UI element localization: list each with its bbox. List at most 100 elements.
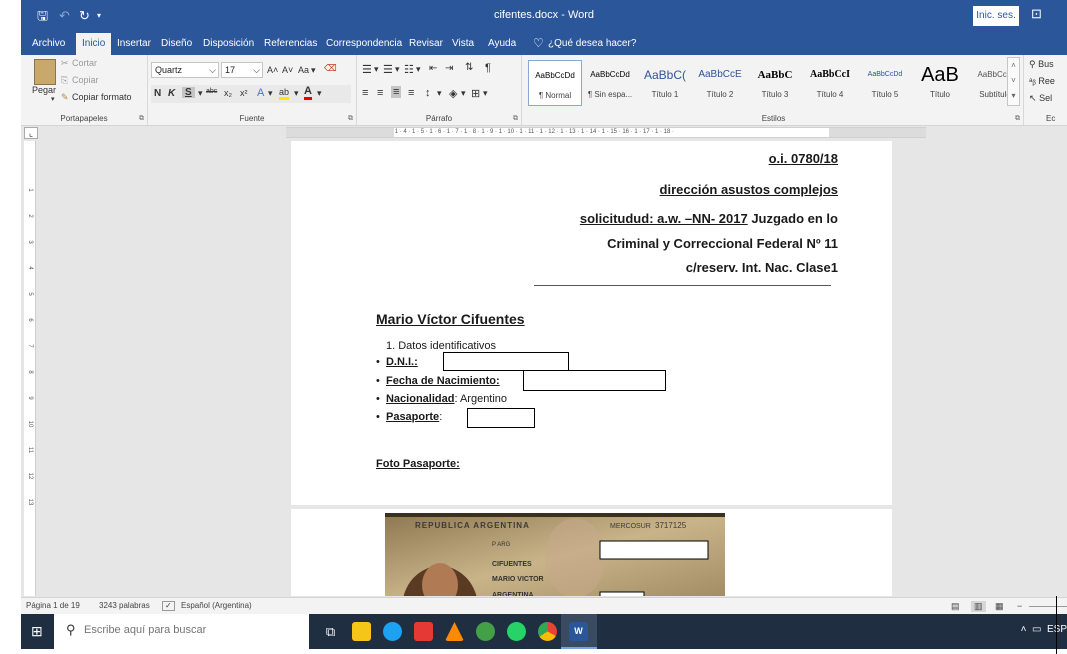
highlight-icon[interactable]: ab [279,87,290,100]
shading-dropdown-icon[interactable]: ▾ [461,88,466,99]
sign-in-button[interactable]: Inic. ses. [973,6,1019,26]
paste-dropdown-icon[interactable]: ▾ [51,95,55,103]
align-left-icon[interactable]: ≡ [362,87,368,99]
page-count[interactable]: Página 1 de 19 [26,601,80,610]
sort-icon[interactable]: ⇅ [465,62,473,73]
zoom-out-icon[interactable]: − [1017,601,1022,611]
multilevel-list-icon[interactable]: ☷ [404,63,414,76]
proofing-icon[interactable]: ✓ [162,601,175,611]
read-mode-icon[interactable]: ▤ [951,601,960,612]
shading-icon[interactable]: ◈ [449,87,457,100]
shrink-font-icon[interactable]: A˅ [282,65,293,75]
styles-scroll[interactable]: ˄ ˅ ▾ [1007,57,1020,106]
tab-correspondencia[interactable]: Correspondencia [326,33,402,55]
customize-qat-icon[interactable]: ▾ [97,7,101,25]
line-spacing-icon[interactable]: ↕ [425,87,431,99]
font-name-select[interactable]: Quartz ⌵ [151,62,219,78]
undo-icon[interactable]: ↶ [59,7,70,25]
battery-icon[interactable]: ▭ [1032,624,1041,635]
style-heading-2[interactable]: AaBbCcE Título 2 [693,60,747,106]
increase-indent-icon[interactable]: ⇥ [445,63,453,74]
font-color-icon[interactable]: A [304,86,312,100]
tab-revisar[interactable]: Revisar [409,33,443,55]
edge-icon[interactable] [383,622,402,641]
styles-more-icon[interactable]: ▾ [1011,91,1015,100]
redo-icon[interactable]: ↻ [79,7,90,25]
align-center-icon[interactable]: ≡ [377,87,383,99]
underline-button[interactable]: S [182,87,195,98]
style-normal[interactable]: AaBbCcDd ¶ Normal [528,60,582,106]
styles-launcher-icon[interactable]: ⧉ [1015,115,1020,123]
italic-button[interactable]: K [168,88,175,99]
taskbar-search[interactable]: ⚲ [54,614,309,649]
document-page[interactable]: o.i. 0780/18 dirección asustos complejos… [291,141,892,596]
zoom-slider[interactable] [1029,606,1067,607]
app-icon[interactable] [476,622,495,641]
task-view-icon[interactable]: ⧉ [321,622,340,641]
align-right-icon[interactable]: ≡ [391,86,402,98]
style-heading-1[interactable]: AaBbC(Título 1 [638,60,692,106]
font-color-dropdown-icon[interactable]: ▾ [317,88,322,99]
paragraph-launcher-icon[interactable]: ⧉ [513,115,518,123]
ribbon-display-options-icon[interactable]: ⊡ [1031,6,1042,22]
tab-insertar[interactable]: Insertar [117,33,151,55]
decrease-indent-icon[interactable]: ⇤ [429,63,437,74]
bullets-icon[interactable]: ☰ [362,63,372,76]
tab-diseno[interactable]: Diseño [161,33,192,55]
paste-icon[interactable] [34,59,56,85]
highlight-dropdown-icon[interactable]: ▾ [294,88,299,99]
vertical-ruler[interactable]: 1 2 3 4 5 6 7 8 9 10 11 12 13 [24,141,36,596]
chrome-icon[interactable] [538,622,557,641]
strikethrough-button[interactable]: abc [206,88,217,95]
save-icon[interactable]: 🖫 [37,7,48,25]
line-spacing-dropdown-icon[interactable]: ▾ [437,88,442,99]
tab-referencias[interactable]: Referencias [264,33,317,55]
show-marks-icon[interactable]: ¶ [485,62,491,74]
bold-button[interactable]: N [154,88,161,99]
tab-ayuda[interactable]: Ayuda [488,33,516,55]
bullets-dropdown-icon[interactable]: ▾ [374,64,379,75]
change-case-dropdown-icon[interactable]: ▾ [311,65,316,76]
borders-icon[interactable]: ⊞ [471,87,480,100]
subscript-icon[interactable]: x₂ [224,88,232,98]
acrobat-icon[interactable] [414,622,433,641]
chevron-up-icon[interactable]: ˄ [1021,624,1027,635]
clear-formatting-icon[interactable]: ⌫ [324,63,337,74]
chevron-up-icon[interactable]: ˄ [1011,61,1016,70]
numbering-icon[interactable]: ☰ [383,63,393,76]
web-layout-icon[interactable]: ▦ [995,601,1004,612]
format-painter-button[interactable]: Copiar formato [72,92,132,102]
select-button[interactable]: ↖ Sel [1029,93,1052,104]
windows-start-icon[interactable]: ⊞ [31,623,43,640]
clipboard-launcher-icon[interactable]: ⧉ [139,115,144,123]
tab-vista[interactable]: Vista [452,33,474,55]
numbering-dropdown-icon[interactable]: ▾ [395,64,400,75]
style-heading-5[interactable]: AaBbCcDd Título 5 [858,60,912,106]
font-size-select[interactable]: 17 ⌵ [221,62,263,78]
font-launcher-icon[interactable]: ⧉ [348,115,353,123]
grow-font-icon[interactable]: A˄ [267,65,278,75]
justify-icon[interactable]: ≡ [408,87,414,99]
word-count[interactable]: 3243 palabras [99,601,150,610]
style-title[interactable]: AaB Título [913,60,967,106]
vlc-icon[interactable] [445,622,464,641]
cut-button[interactable]: Cortar [72,58,97,68]
underline-dropdown-icon[interactable]: ▾ [198,88,203,99]
change-case-button[interactable]: Aa [298,65,309,75]
word-taskbar-item[interactable]: W [561,614,597,649]
borders-dropdown-icon[interactable]: ▾ [483,88,488,99]
superscript-icon[interactable]: x² [240,88,248,98]
find-button[interactable]: ⚲ Bus [1029,59,1054,70]
multilevel-dropdown-icon[interactable]: ▾ [416,64,421,75]
passport-photo[interactable]: REPUBLICA ARGENTINA MERCOSUR 3717125 P A… [385,513,725,596]
style-heading-4[interactable]: AaBbCcI Título 4 [803,60,857,106]
paste-button[interactable]: Pegar [32,85,56,95]
tab-archivo[interactable]: Archivo [32,33,65,55]
text-effects-icon[interactable]: A [257,87,264,99]
print-layout-icon[interactable]: ▥ [971,601,986,612]
style-heading-3[interactable]: AaBbC Título 3 [748,60,802,106]
text-effects-dropdown-icon[interactable]: ▾ [268,88,273,99]
taskbar-search-input[interactable] [84,624,284,636]
tell-me-search[interactable]: ¿Qué desea hacer? [548,33,636,55]
language-indicator[interactable]: Español (Argentina) [181,601,252,610]
